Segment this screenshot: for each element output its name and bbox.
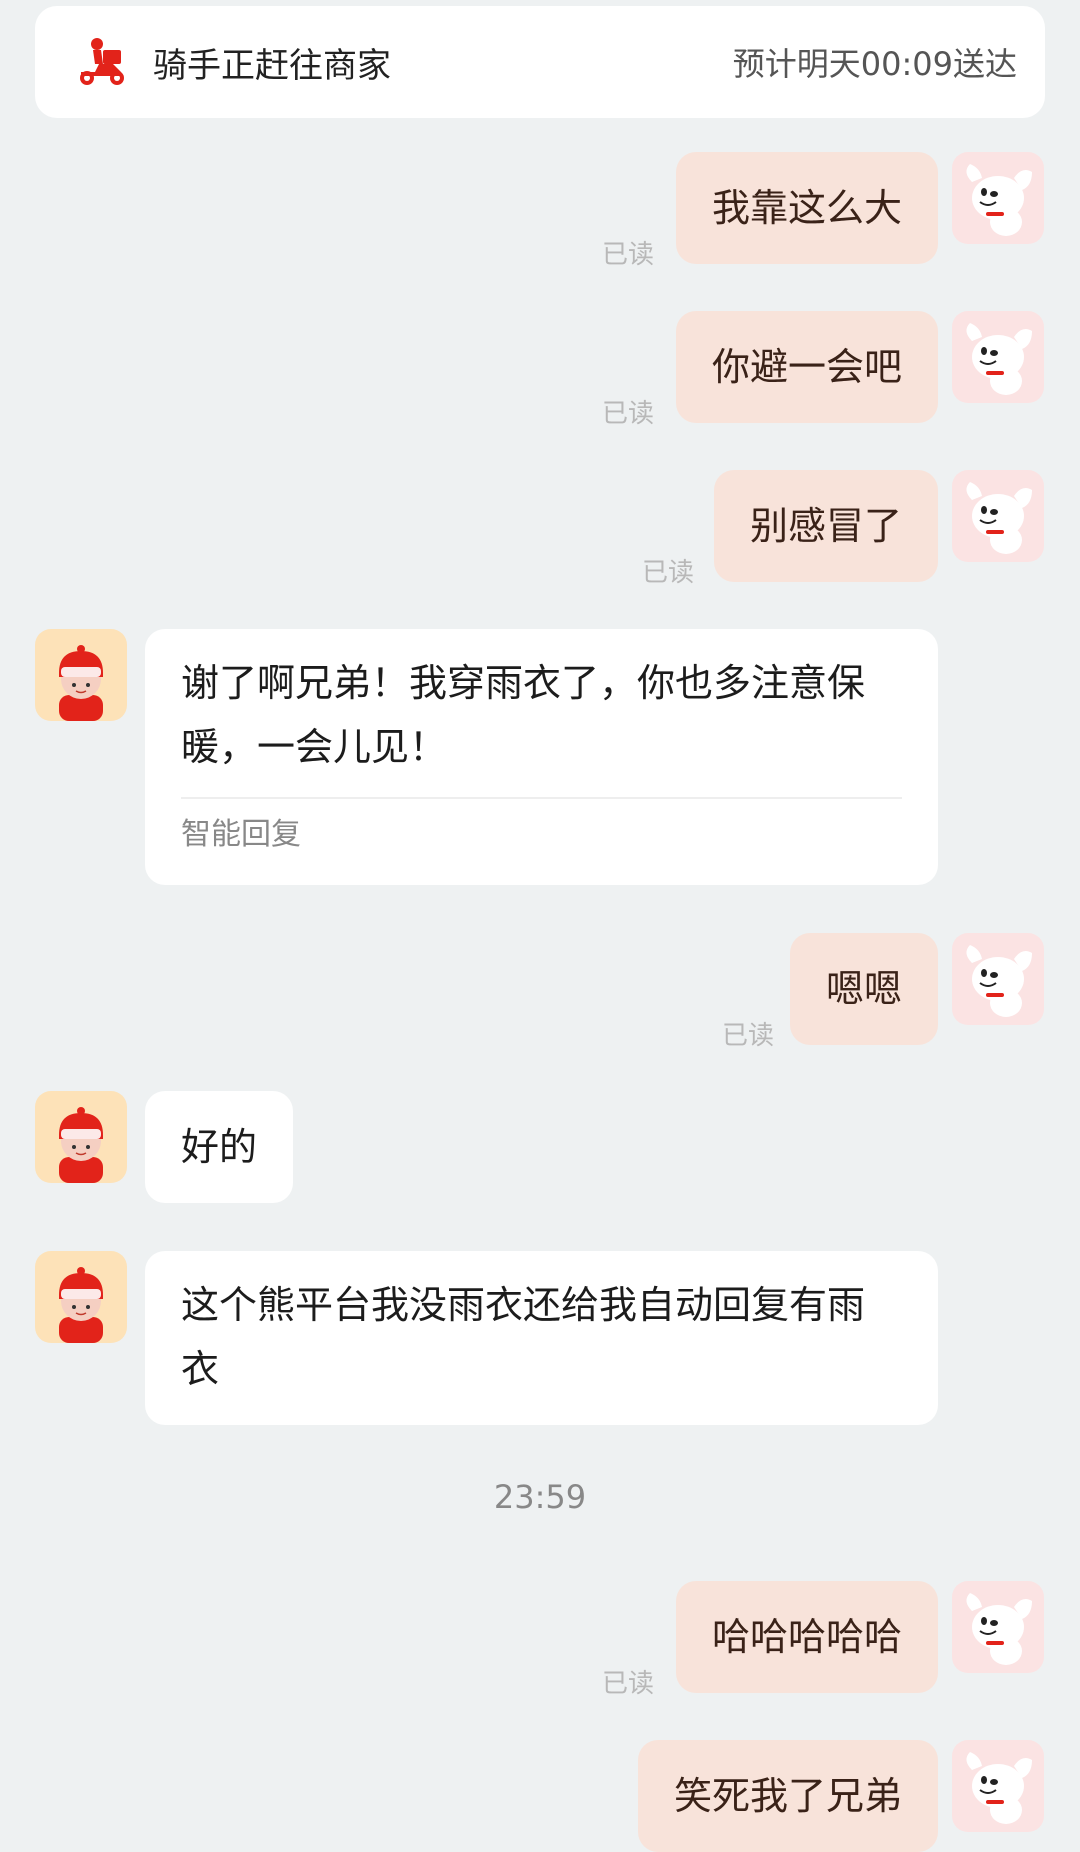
message-text: 谢了啊兄弟！我穿雨衣了，你也多注意保暖，一会儿见！ [181,661,866,769]
chat-timestamp: 23:59 [493,1478,587,1516]
read-receipt: 已读 [602,399,655,429]
jd-dog-mascot-icon [966,1593,1032,1665]
rider-avatar[interactable] [35,1091,127,1183]
self-avatar[interactable] [952,470,1044,562]
self-avatar[interactable] [952,1581,1044,1673]
rider-avatar-icon [59,645,103,721]
outgoing-message-bubble[interactable]: 哈哈哈哈哈 [675,1581,938,1693]
smart-reply-label: 智能回复 [181,817,301,852]
read-receipt: 已读 [642,558,695,588]
rider-avatar[interactable] [35,629,127,721]
jd-dog-mascot-icon [966,1752,1032,1824]
incoming-message-bubble[interactable]: 好的 [145,1091,294,1203]
self-avatar[interactable] [952,152,1044,244]
self-avatar[interactable] [952,933,1044,1025]
read-receipt: 已读 [602,1669,655,1699]
outgoing-message-bubble[interactable]: 你避一会吧 [675,311,938,423]
read-receipt: 已读 [722,1021,775,1051]
rider-status-text: 骑手正赶往商家 [153,45,391,86]
incoming-message-bubble[interactable]: 这个熊平台我没雨衣还给我自动回复有雨衣 [145,1251,938,1425]
rider-avatar-icon [59,1267,103,1343]
self-avatar[interactable] [952,1740,1044,1832]
jd-dog-mascot-icon [966,164,1032,236]
delivery-scooter-icon [80,38,124,85]
rider-avatar[interactable] [35,1251,127,1343]
outgoing-message-bubble[interactable]: 我靠这么大 [675,152,938,264]
outgoing-message-bubble[interactable]: 嗯嗯 [789,933,938,1045]
read-receipt: 已读 [602,240,655,270]
divider [181,797,902,799]
outgoing-message-bubble[interactable]: 笑死我了兄弟 [637,1740,938,1852]
jd-dog-mascot-icon [966,945,1032,1017]
jd-dog-mascot-icon [966,482,1032,554]
rider-avatar-icon [59,1107,103,1183]
incoming-message-bubble[interactable]: 谢了啊兄弟！我穿雨衣了，你也多注意保暖，一会儿见！ 智能回复 [145,629,938,885]
delivery-status-card[interactable]: 骑手正赶往商家 预计明天00:09送达 [35,6,1045,118]
eta-text: 预计明天00:09送达 [732,45,1017,83]
self-avatar[interactable] [952,311,1044,403]
jd-dog-mascot-icon [966,323,1032,395]
outgoing-message-bubble[interactable]: 别感冒了 [713,470,938,582]
